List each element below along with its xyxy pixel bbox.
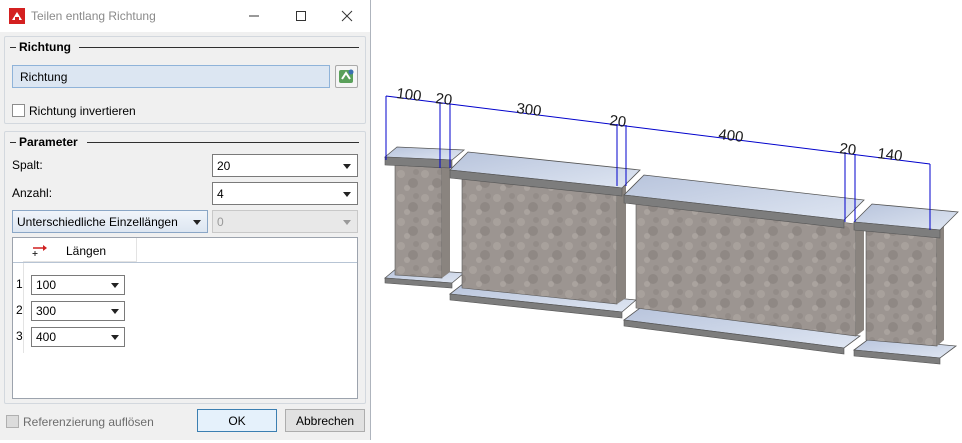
3d-viewport[interactable]: 100 20 300 20 400 20 140 — [372, 0, 962, 440]
group-dash — [10, 142, 16, 143]
anzahl-combo[interactable]: 4 — [212, 182, 358, 205]
group-dash — [10, 47, 16, 48]
group-rule — [79, 47, 359, 48]
uniform-length-value: 0 — [217, 215, 224, 229]
minimize-button[interactable] — [243, 6, 265, 26]
length-mode-dropdown[interactable]: Unterschiedliche Einzellängen — [12, 210, 208, 233]
app-logo-icon — [9, 8, 25, 24]
anzahl-value: 4 — [217, 187, 224, 201]
row-index-separator — [23, 263, 24, 353]
anzahl-label: Anzahl: — [12, 186, 53, 200]
dialog-title: Teilen entlang Richtung — [31, 9, 156, 23]
invert-direction-label: Richtung invertieren — [29, 104, 136, 118]
group-rule — [87, 142, 359, 143]
chevron-down-icon — [343, 192, 351, 197]
lengths-table: Längen 1 100 2 300 3 400 — [12, 237, 358, 399]
cancel-button[interactable]: Abbrechen — [285, 409, 365, 432]
dimension-label: 20 — [609, 112, 628, 131]
chevron-down-icon — [343, 164, 351, 169]
length-row-combo[interactable]: 400 — [31, 327, 125, 347]
beam-segment-3[interactable] — [622, 174, 865, 355]
i-beam-segments-scene: 100 20 300 20 400 20 140 — [383, 85, 959, 365]
length-row-value: 400 — [36, 330, 57, 344]
length-row-combo[interactable]: 300 — [31, 301, 125, 321]
beam-segment-2[interactable] — [448, 151, 641, 319]
add-length-icon[interactable] — [31, 243, 49, 260]
spalt-combo[interactable]: 20 — [212, 154, 358, 177]
invert-direction-checkbox[interactable] — [12, 104, 25, 117]
length-mode-value: Unterschiedliche Einzellängen — [17, 215, 178, 229]
dimension-label: 140 — [877, 145, 904, 165]
pick-direction-button[interactable] — [335, 65, 358, 88]
resolve-reference-checkbox — [6, 415, 19, 428]
beam-segment-4[interactable] — [852, 203, 959, 365]
parameter-group-title: Parameter — [19, 135, 78, 149]
spalt-label: Spalt: — [12, 158, 43, 172]
minimize-icon — [249, 15, 259, 17]
uniform-length-combo: 0 — [212, 210, 358, 233]
dimension-label: 300 — [516, 100, 543, 120]
row-index: 2 — [16, 303, 23, 317]
chevron-down-icon — [111, 309, 119, 314]
dimension-label: 100 — [396, 85, 423, 105]
chevron-down-icon — [111, 283, 119, 288]
maximize-icon — [296, 11, 306, 21]
split-along-direction-dialog: Teilen entlang Richtung Richtung Richtun… — [0, 0, 371, 440]
richtung-field[interactable]: Richtung — [12, 65, 330, 88]
header-rule — [13, 262, 357, 263]
parameter-group-header: Parameter — [5, 132, 365, 152]
length-row-combo[interactable]: 100 — [31, 275, 125, 295]
spalt-value: 20 — [217, 159, 231, 173]
length-row-value: 100 — [36, 278, 57, 292]
dimension-label: 20 — [839, 140, 858, 159]
richtung-group-header: Richtung — [5, 37, 365, 57]
row-index: 3 — [16, 329, 23, 343]
row-index: 1 — [16, 277, 23, 291]
dimension-label: 20 — [435, 90, 454, 109]
richtung-group-title: Richtung — [19, 40, 71, 54]
chevron-down-icon — [193, 220, 201, 225]
resolve-reference-label: Referenzierung auflösen — [23, 415, 154, 429]
dimension-label: 400 — [718, 126, 745, 146]
chevron-down-icon — [343, 220, 351, 225]
richtung-field-value: Richtung — [20, 70, 68, 84]
close-icon — [341, 10, 353, 22]
pick-direction-icon — [339, 69, 354, 83]
title-bar: Teilen entlang Richtung — [0, 0, 370, 32]
ok-button[interactable]: OK — [197, 409, 277, 432]
close-button[interactable] — [336, 6, 358, 26]
maximize-button[interactable] — [290, 6, 312, 26]
lengths-column-label: Längen — [66, 244, 107, 258]
lengths-column-header[interactable]: Längen — [23, 238, 137, 262]
chevron-down-icon — [111, 335, 119, 340]
length-row-value: 300 — [36, 304, 57, 318]
